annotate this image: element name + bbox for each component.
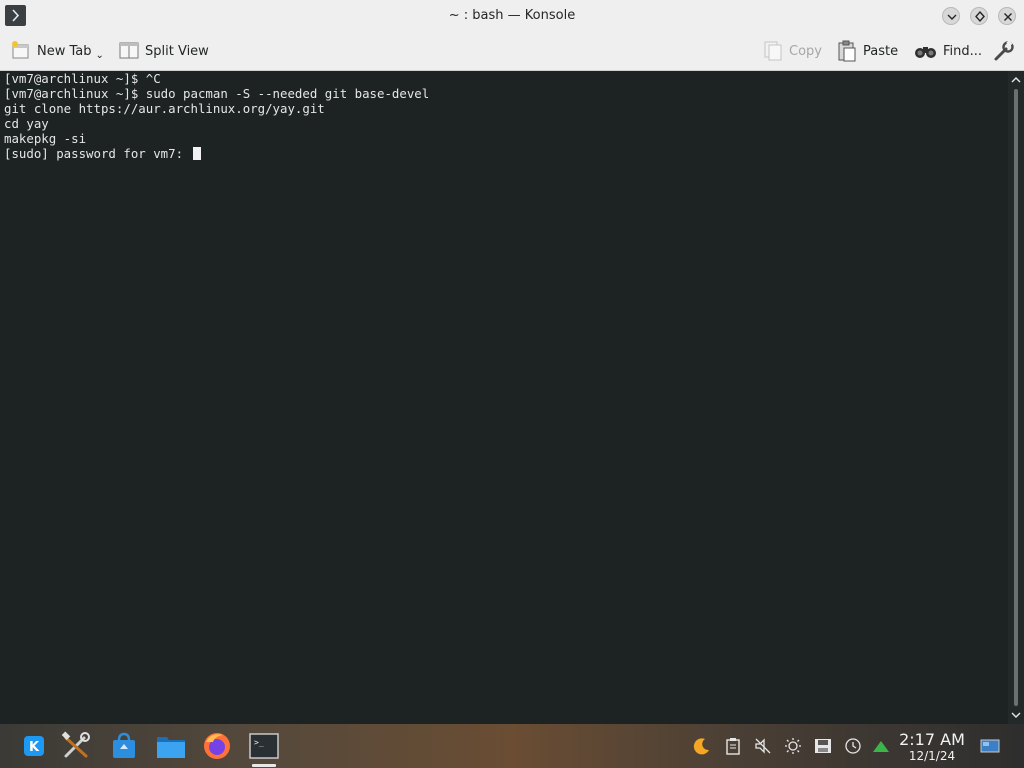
clock-date: 12/1/24 <box>908 749 956 763</box>
new-tab-icon <box>12 41 29 59</box>
paste-icon <box>838 40 856 62</box>
terminal-line: [vm7@archlinux ~]$ sudo pacman -S --need… <box>4 86 430 101</box>
title-bar: ~ : bash — Konsole <box>0 0 1024 33</box>
firefox-icon[interactable] <box>201 730 233 762</box>
find-label: Find... <box>943 43 983 59</box>
window-title: ~ : bash — Konsole <box>448 8 576 23</box>
clipboard-icon[interactable] <box>724 737 742 755</box>
copy-label: Copy <box>789 43 822 59</box>
minimize-button[interactable] <box>942 7 960 25</box>
brightness-icon[interactable] <box>784 737 802 755</box>
show-desktop-icon[interactable] <box>980 737 1000 755</box>
terminal-prompt-line: [sudo] password for vm7: <box>4 146 1008 161</box>
disk-icon[interactable] <box>814 737 832 755</box>
terminal-line: makepkg -si <box>4 131 87 146</box>
konsole-icon[interactable]: >_ <box>248 730 280 762</box>
terminal-view[interactable]: [vm7@archlinux ~]$ ^C [vm7@archlinux ~]$… <box>0 71 1008 724</box>
night-color-icon[interactable] <box>693 737 711 755</box>
close-icon <box>1004 13 1012 21</box>
split-view-button[interactable]: Split View <box>118 39 209 63</box>
clock-time: 2:17 AM <box>899 730 965 749</box>
audio-muted-icon[interactable] <box>754 737 772 755</box>
terminal-line: cd yay <box>4 116 49 131</box>
chevron-down-icon <box>947 14 957 20</box>
find-button[interactable]: Find... <box>914 39 982 63</box>
split-view-icon <box>119 42 139 59</box>
configure-button[interactable] <box>992 39 1016 63</box>
paste-label: Paste <box>863 43 899 59</box>
active-task-indicator <box>252 764 276 767</box>
kde-launcher-icon[interactable]: K <box>18 730 50 762</box>
sudo-password-prompt: [sudo] password for vm7: <box>4 146 191 161</box>
scroll-down-arrow-icon[interactable] <box>1011 710 1021 720</box>
network-icon[interactable] <box>872 737 890 755</box>
dolphin-icon[interactable] <box>155 730 187 762</box>
wrench-icon <box>994 40 1014 61</box>
chevron-down-icon[interactable]: ⌄ <box>96 50 104 61</box>
terminal-line: [vm7@archlinux ~]$ ^C <box>4 71 161 86</box>
binoculars-icon <box>915 47 936 58</box>
terminal-output: [vm7@archlinux ~]$ ^C [vm7@archlinux ~]$… <box>0 71 1008 161</box>
maximize-button[interactable] <box>970 7 988 25</box>
update-icon[interactable] <box>844 737 862 755</box>
digital-clock[interactable]: 2:17 AM 12/1/24 <box>895 730 969 763</box>
paste-button[interactable]: Paste <box>836 39 898 63</box>
terminal-scrollbar[interactable] <box>1008 71 1024 724</box>
discover-icon[interactable] <box>108 730 140 762</box>
close-button[interactable] <box>998 7 1016 25</box>
restore-diamond-icon <box>975 10 985 23</box>
copy-icon <box>764 41 782 61</box>
text-cursor <box>192 147 201 160</box>
new-tab-label: New Tab <box>37 43 92 59</box>
svg-text:K: K <box>29 740 40 755</box>
taskbar: K >_ 2:17 AM 12/1/24 <box>0 724 1024 768</box>
copy-button[interactable]: Copy <box>762 39 822 63</box>
svg-text:>_: >_ <box>254 738 264 747</box>
toolbar: New Tab ⌄ Split View Copy Paste Find... <box>0 32 1024 71</box>
new-tab-button[interactable]: New Tab ⌄ <box>10 39 104 63</box>
scroll-up-arrow-icon[interactable] <box>1011 75 1021 85</box>
system-settings-icon[interactable] <box>60 730 92 762</box>
split-view-label: Split View <box>145 43 209 59</box>
terminal-line: git clone https://aur.archlinux.org/yay.… <box>4 101 325 116</box>
scrollbar-thumb[interactable] <box>1014 89 1018 706</box>
